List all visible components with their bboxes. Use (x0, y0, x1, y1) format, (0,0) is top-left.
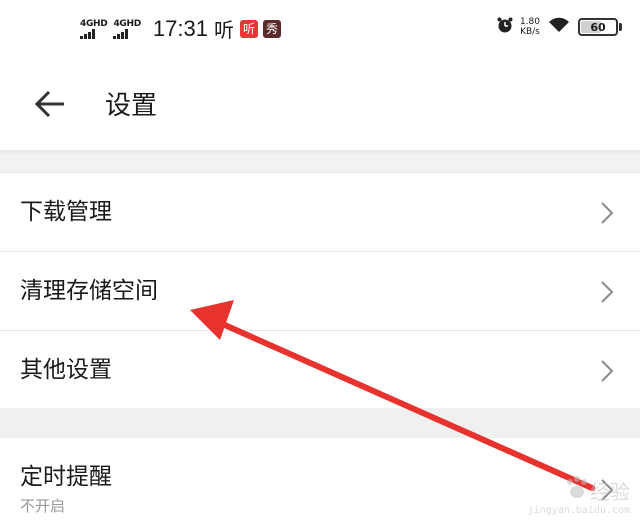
battery-level: 60 (590, 20, 606, 34)
network-indicator-1: 4GHD (80, 18, 108, 39)
chevron-right-icon (600, 359, 614, 387)
settings-item-download-management[interactable]: 下载管理 (0, 172, 640, 251)
watermark-logo: 经验 (564, 476, 630, 505)
app-badge-icon: 听 (239, 19, 258, 38)
network-indicator-2: 4GHD (113, 18, 141, 39)
watermark-url: jingyan.baidu.com (527, 505, 630, 516)
status-left: 4GHD 4GHD 17:31 听 听 秀 (80, 14, 286, 43)
battery-icon: 60 (578, 18, 618, 36)
paw-icon (564, 476, 590, 505)
back-button[interactable] (28, 84, 72, 128)
alarm-icon (496, 16, 514, 38)
watermark-text: 经验 (590, 480, 630, 504)
settings-item-label: 下载管理 (20, 199, 112, 225)
network-label: 4GHD (113, 18, 141, 29)
arrow-left-icon (34, 90, 66, 122)
settings-item-value: 不开启 (20, 497, 66, 515)
section-divider (0, 408, 640, 438)
page-title: 设置 (105, 91, 158, 121)
speed-value: 1.80 (519, 17, 540, 27)
settings-item-label: 其他设置 (20, 357, 112, 383)
settings-item-other-settings[interactable]: 其他设置 (0, 330, 640, 409)
app-badge-icon: 秀 (262, 19, 281, 38)
network-speed: 1.80 KB/s (520, 17, 540, 37)
status-bar: 4GHD 4GHD 17:31 听 听 秀 1.80 KB/s 60 (0, 0, 640, 62)
speed-unit: KB/s (520, 27, 540, 37)
title-bar: 设置 (0, 62, 640, 150)
battery-tip (619, 23, 622, 31)
signal-icon (80, 28, 95, 39)
status-time: 17:31 (152, 15, 208, 41)
settings-list: 下载管理 清理存储空间 其他设置 (0, 172, 640, 409)
watermark: 经验 jingyan.baidu.com (528, 476, 630, 516)
network-label: 4GHD (80, 18, 108, 29)
chevron-right-icon (600, 201, 614, 229)
settings-item-clear-storage[interactable]: 清理存储空间 (0, 251, 640, 330)
status-right: 1.80 KB/s 60 (496, 16, 622, 38)
settings-item-label: 清理存储空间 (20, 278, 158, 304)
app-notification-icon: 听 (213, 18, 234, 42)
settings-item-label: 定时提醒 (20, 464, 112, 490)
wifi-icon (548, 17, 570, 37)
signal-icon (113, 28, 129, 39)
chevron-right-icon (600, 280, 614, 308)
